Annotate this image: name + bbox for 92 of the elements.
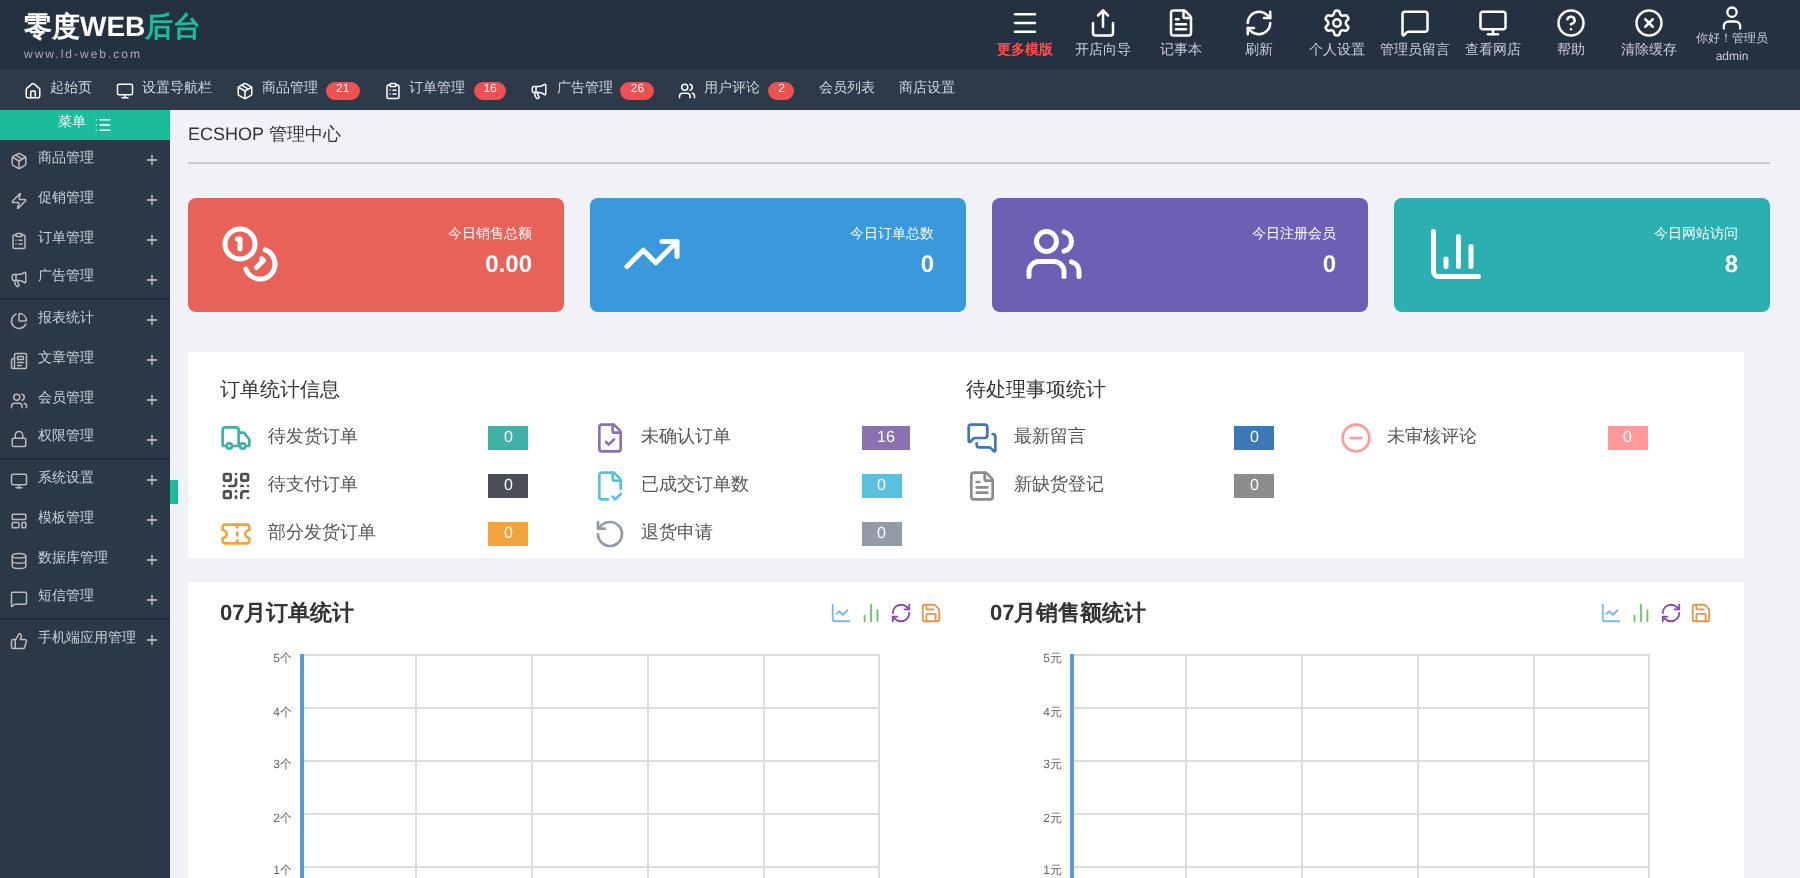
plus-icon [144, 392, 160, 408]
stat-label: 新缺货登记 [1014, 471, 1106, 498]
share-arrow-icon [1088, 7, 1118, 38]
refresh-icon[interactable] [1660, 602, 1682, 625]
plus-icon [144, 512, 160, 528]
message-icon [1400, 7, 1430, 38]
save-icon[interactable] [1690, 602, 1712, 625]
chart-title: 07月销售额统计 [990, 599, 1147, 629]
count-badge: 0 [861, 521, 902, 545]
logo-text: 零度WEB [24, 7, 146, 45]
user-icon [1718, 3, 1746, 31]
stat-label: 已成交订单数 [641, 471, 751, 498]
section-title: 订单统计信息 [220, 377, 342, 405]
plus-icon [144, 271, 160, 287]
line-chart-icon[interactable] [830, 602, 852, 625]
box-icon [10, 151, 28, 169]
card-value: 8 [1724, 248, 1738, 283]
line-chart-icon[interactable] [1600, 602, 1622, 625]
count-badge: 0 [1607, 425, 1648, 449]
stat-label: 未确认订单 [641, 423, 733, 450]
pie-chart-icon [10, 311, 28, 329]
box-icon [236, 81, 254, 99]
monitor-icon [116, 81, 134, 99]
plus-icon [144, 152, 160, 168]
bar-chart-icon[interactable] [1630, 602, 1652, 625]
close-circle-icon [1634, 7, 1664, 38]
plus-icon [144, 232, 160, 248]
monitor-icon [1478, 7, 1508, 38]
chart-title: 07月订单统计 [220, 599, 355, 629]
document-icon [1166, 7, 1196, 38]
count-badge: 0 [488, 425, 529, 449]
help-icon [1556, 7, 1586, 38]
stat-label: 未审核评论 [1387, 423, 1479, 450]
megaphone-icon [10, 270, 28, 288]
menu-icon [1010, 7, 1040, 38]
thumbs-up-icon [10, 631, 28, 649]
users-icon [678, 81, 697, 99]
plus-icon [144, 192, 160, 208]
monitor-icon [10, 471, 28, 489]
chat-icon [966, 421, 998, 453]
plus-icon [144, 352, 160, 368]
bar-chart-icon [1426, 224, 1486, 284]
refresh-icon[interactable] [890, 602, 912, 625]
document-check-icon [593, 421, 625, 453]
card-value: 0 [1322, 248, 1336, 283]
coins-icon [220, 224, 280, 284]
stat-label: 退货申请 [641, 519, 715, 546]
count-badge: 16 [861, 425, 911, 449]
document-icon [966, 469, 998, 501]
count-badge: 0 [861, 473, 902, 497]
settings-icon [1322, 7, 1352, 38]
megaphone-icon [530, 81, 549, 99]
rotate-icon [593, 517, 625, 549]
minus-circle-icon [1339, 421, 1371, 453]
lightning-icon [10, 191, 28, 209]
plus-icon [144, 472, 160, 488]
plus-icon [144, 431, 160, 447]
count-badge: 0 [488, 521, 529, 545]
newspaper-icon [10, 351, 28, 369]
database-icon [10, 551, 28, 569]
users-icon [10, 391, 28, 409]
clipboard-icon [10, 231, 28, 249]
stat-label: 部分发货订单 [268, 519, 378, 546]
plus-icon [144, 632, 160, 648]
bar-chart-icon[interactable] [860, 602, 882, 625]
home-icon [24, 81, 42, 99]
stat-label: 待发货订单 [268, 423, 360, 450]
clipboard-icon [383, 81, 402, 99]
refresh-icon [1244, 7, 1274, 38]
truck-icon [220, 421, 252, 453]
count-badge: 0 [488, 473, 529, 497]
stat-label: 最新留言 [1014, 423, 1088, 450]
message-icon [10, 590, 28, 608]
count-badge: 0 [1234, 425, 1275, 449]
page-title: ECSHOP 管理中心 [188, 110, 1770, 163]
layout-icon [10, 511, 28, 529]
plus-icon [144, 552, 160, 568]
list-icon [94, 116, 112, 134]
ticket-icon [220, 517, 252, 549]
stat-label: 待支付订单 [268, 471, 360, 498]
section-title: 待处理事项统计 [966, 377, 1108, 405]
plus-icon [144, 591, 160, 607]
logo-accent: 后台 [145, 7, 202, 45]
count-badge: 0 [1234, 473, 1275, 497]
card-value: 0 [920, 248, 934, 283]
save-icon[interactable] [920, 602, 942, 625]
qr-code-icon [220, 469, 252, 501]
users-icon [1024, 224, 1084, 284]
document-check-icon [593, 469, 625, 501]
card-value: 0.00 [485, 248, 532, 283]
plus-icon [144, 312, 160, 328]
lock-icon [10, 430, 28, 448]
